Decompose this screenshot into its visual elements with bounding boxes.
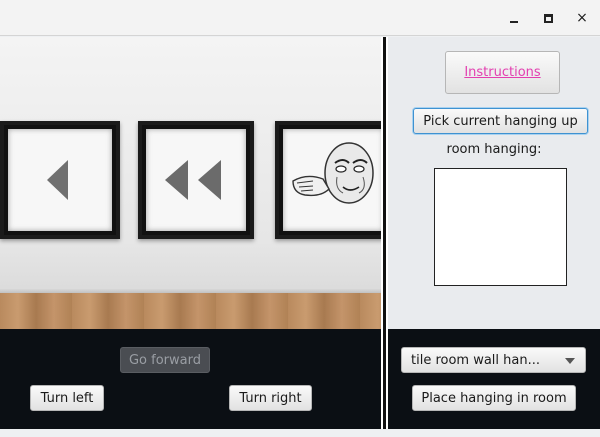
hanging-select[interactable]: tile room wall han... <box>401 347 586 373</box>
gallery-view <box>0 37 381 329</box>
placement-bar <box>388 329 600 429</box>
double-left-arrow-icon <box>165 160 221 200</box>
minimize-icon <box>510 21 518 23</box>
navigation-bar <box>0 329 381 429</box>
maximize-button[interactable] <box>538 8 558 28</box>
turn-left-button[interactable]: Turn left <box>30 385 104 411</box>
room-hanging-label: room hanging: <box>446 142 542 157</box>
hanging-select-value: tile room wall han... <box>411 352 541 368</box>
close-button[interactable]: × <box>572 8 592 28</box>
maximize-icon <box>543 13 553 23</box>
chevron-down-icon <box>565 358 575 364</box>
hanging-frame-meme-face <box>275 121 381 239</box>
window-footer <box>0 429 600 437</box>
title-bar: × <box>0 0 600 36</box>
hanging-frame-double-left-arrow <box>138 121 254 239</box>
panel-divider-line <box>383 37 386 429</box>
place-hanging-button[interactable]: Place hanging in room <box>412 385 576 411</box>
turn-right-button[interactable]: Turn right <box>229 385 312 411</box>
room-hanging-preview <box>434 168 567 286</box>
frame-canvas <box>8 129 112 231</box>
hanging-frame-left-arrow <box>0 121 120 239</box>
close-icon: × <box>576 10 588 26</box>
frame-canvas <box>146 129 246 231</box>
app-window: × Instructions Pick current hanging up r… <box>0 0 600 437</box>
go-forward-button[interactable]: Go forward <box>120 347 210 373</box>
meme-face-icon <box>292 142 374 204</box>
instructions-link[interactable]: Instructions <box>464 65 540 80</box>
instructions-button[interactable]: Instructions <box>445 51 560 94</box>
wood-floor <box>0 293 381 329</box>
minimize-button[interactable] <box>504 8 524 28</box>
pick-hanging-button[interactable]: Pick current hanging up <box>413 108 588 134</box>
left-arrow-icon <box>47 160 68 200</box>
frame-canvas <box>283 129 381 231</box>
